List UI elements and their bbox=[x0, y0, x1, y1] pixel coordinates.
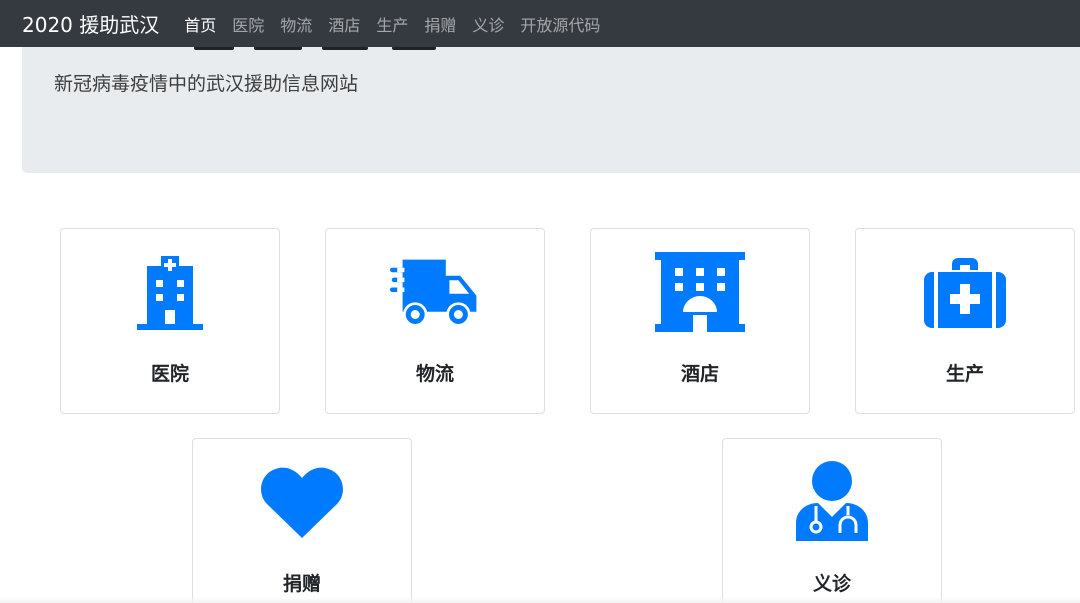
delivery-truck-icon bbox=[390, 251, 480, 333]
hospital-icon bbox=[125, 251, 215, 333]
card-logistics[interactable]: 物流 bbox=[325, 228, 545, 414]
card-clinic[interactable]: 义诊 bbox=[722, 438, 942, 603]
jumbotron-title-cropped bbox=[54, 46, 454, 54]
hotel-icon bbox=[655, 251, 745, 333]
nav-link-production[interactable]: 生产 bbox=[376, 12, 408, 36]
top-navbar: 2020 援助武汉 首页 医院 物流 酒店 生产 捐赠 义诊 开放源代码 bbox=[0, 0, 1080, 47]
card-production[interactable]: 生产 bbox=[855, 228, 1075, 414]
card-hospital[interactable]: 医院 bbox=[60, 228, 280, 414]
nav-link-donation[interactable]: 捐赠 bbox=[424, 12, 456, 36]
medical-kit-icon bbox=[920, 251, 1010, 333]
doctor-icon bbox=[787, 461, 877, 543]
card-label: 医院 bbox=[150, 363, 189, 385]
card-label: 生产 bbox=[945, 363, 984, 385]
heart-icon bbox=[257, 461, 347, 543]
card-label: 捐赠 bbox=[282, 573, 321, 595]
nav-link-open-source[interactable]: 开放源代码 bbox=[520, 12, 600, 36]
card-donation[interactable]: 捐赠 bbox=[192, 438, 412, 603]
nav-link-hospital[interactable]: 医院 bbox=[232, 12, 264, 36]
scroll-edge-shadow bbox=[0, 597, 1080, 603]
nav-link-clinic[interactable]: 义诊 bbox=[472, 12, 504, 36]
card-label: 物流 bbox=[415, 363, 454, 385]
card-label: 义诊 bbox=[812, 573, 851, 595]
nav-link-home[interactable]: 首页 bbox=[184, 12, 216, 36]
nav-link-hotel[interactable]: 酒店 bbox=[328, 12, 360, 36]
nav-link-logistics[interactable]: 物流 bbox=[280, 12, 312, 36]
card-label: 酒店 bbox=[680, 363, 719, 385]
navbar-brand[interactable]: 2020 援助武汉 bbox=[22, 9, 159, 38]
jumbotron-lead: 新冠病毒疫情中的武汉援助信息网站 bbox=[54, 73, 359, 95]
card-hotel[interactable]: 酒店 bbox=[590, 228, 810, 414]
